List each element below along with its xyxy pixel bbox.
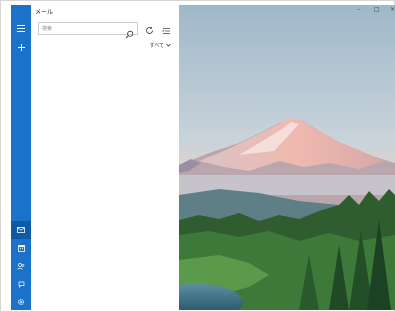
search-box[interactable] — [38, 22, 138, 39]
selection-mode-button[interactable] — [160, 23, 172, 35]
minimize-button[interactable]: – — [357, 6, 360, 13]
selection-mode-icon — [161, 20, 171, 39]
feedback-nav-button[interactable] — [11, 275, 31, 293]
sync-button[interactable] — [143, 23, 155, 35]
maximize-button[interactable]: □ — [374, 6, 380, 13]
calendar-icon — [17, 244, 25, 252]
background-landscape-image — [179, 5, 395, 310]
navigation-rail — [11, 5, 31, 310]
filter-label: すべて — [149, 43, 164, 49]
new-mail-button[interactable] — [11, 38, 31, 56]
mail-nav-button[interactable] — [11, 221, 31, 239]
mail-app-window: メール すべて — [0, 0, 395, 312]
feedback-icon — [18, 281, 25, 288]
message-list-pane: メール すべて — [31, 5, 179, 310]
plus-icon — [17, 43, 25, 51]
search-icon[interactable] — [125, 24, 134, 43]
gear-icon — [17, 298, 25, 306]
people-nav-button[interactable] — [11, 257, 31, 275]
mail-icon — [17, 227, 25, 233]
filter-dropdown[interactable]: すべて — [150, 42, 171, 49]
calendar-nav-button[interactable] — [11, 239, 31, 257]
sync-icon — [145, 20, 154, 39]
close-button[interactable]: × — [390, 6, 395, 13]
app-title: メール — [35, 9, 54, 16]
settings-nav-button[interactable] — [11, 293, 31, 311]
search-input[interactable] — [42, 24, 122, 34]
people-icon — [17, 262, 25, 270]
hamburger-menu-button[interactable] — [11, 19, 31, 37]
hamburger-menu-icon — [17, 24, 25, 32]
chevron-down-icon — [166, 43, 171, 49]
